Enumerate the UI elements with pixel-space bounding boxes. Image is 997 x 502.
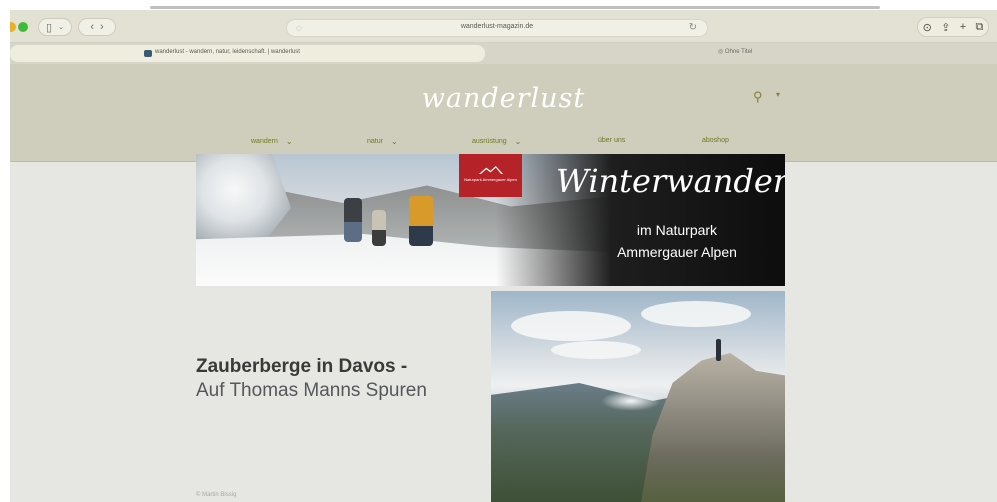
sidebar-icon: ▯: [46, 21, 53, 34]
forward-button[interactable]: ›: [100, 21, 104, 33]
photo-cloud: [551, 341, 641, 359]
nav-item-natur[interactable]: natur ⌄: [367, 137, 398, 146]
featured-article-text[interactable]: Zauberberge in Davos - Auf Thomas Manns …: [196, 355, 486, 403]
banner-title: Winterwandern: [556, 162, 785, 200]
chevron-down-icon: ⌄: [390, 137, 398, 146]
browser-window: ▯ ⌄ ‹ › ◌ wanderlust-magazin.de ↻ ⊙ ⇪ + …: [10, 10, 997, 502]
window-top-bar: [150, 6, 880, 9]
sidebar-toggle-button[interactable]: ▯ ⌄: [38, 18, 72, 36]
photo-mist: [601, 391, 661, 411]
plus-icon[interactable]: +: [960, 21, 966, 33]
site-logo[interactable]: wanderlust: [10, 83, 997, 114]
site-header: wanderlust ⚲ ▾ wandern ⌄ natur ⌄ ausrüst…: [10, 64, 997, 162]
article-headline[interactable]: Zauberberge in Davos -: [196, 355, 486, 379]
tab-title: Ohne Titel: [724, 49, 753, 55]
search-icon[interactable]: ⚲: [753, 89, 763, 105]
banner-subtitle: Ammergauer Alpen: [617, 244, 737, 260]
chevron-down-icon: ⌄: [514, 137, 522, 146]
winterwandern-banner[interactable]: Naturpark Ammergauer Alpen Winterwandern…: [196, 154, 785, 286]
tab-untitled[interactable]: ◎ Ohne Titel: [718, 48, 752, 55]
mountain-icon: [479, 166, 503, 174]
zoom-button[interactable]: [18, 22, 28, 32]
tab-title: wanderlust - wandern, natur, leidenschaf…: [155, 49, 300, 55]
tab-wanderlust[interactable]: wanderlust - wandern, natur, leidenschaf…: [10, 45, 485, 62]
photo-credit: © Martin Bissig: [196, 492, 237, 498]
main-navigation: wandern ⌄ natur ⌄ ausrüstung ⌄ über uns …: [10, 137, 997, 151]
nav-item-label: natur: [367, 138, 383, 145]
nav-item-aboshop[interactable]: aboshop: [702, 137, 729, 144]
nav-item-ueber-uns[interactable]: über uns: [598, 137, 625, 144]
photo-cloud: [641, 301, 751, 327]
url-text: wanderlust-magazin.de: [460, 23, 534, 30]
naturpark-logo-text: Naturpark Ammergauer Alpen: [464, 177, 517, 182]
banner-subtitle: im Naturpark: [636, 222, 718, 238]
wanderlust-favicon-icon: [144, 50, 152, 57]
article-subline[interactable]: Auf Thomas Manns Spuren: [196, 379, 486, 403]
back-button[interactable]: ‹: [90, 21, 94, 33]
address-bar[interactable]: ◌ wanderlust-magazin.de ↻: [286, 19, 708, 37]
caret-icon[interactable]: ▾: [776, 90, 780, 99]
nav-item-wandern[interactable]: wandern ⌄: [251, 137, 293, 146]
naturpark-logo: Naturpark Ammergauer Alpen: [459, 154, 522, 197]
hiker-figure: [344, 198, 362, 242]
globe-icon: ◎: [718, 49, 724, 55]
history-nav: ‹ ›: [78, 18, 116, 36]
reload-icon[interactable]: ↻: [689, 22, 697, 33]
hiker-figure: [372, 210, 386, 246]
minimize-button[interactable]: [10, 22, 16, 32]
toolbar-actions: ⊙ ⇪ + ⧉: [917, 17, 989, 37]
photo-cloud: [511, 311, 631, 341]
chevron-right-icon: ›: [100, 21, 104, 33]
nav-item-label: über uns: [598, 137, 626, 144]
chevron-down-icon: ⌄: [58, 24, 64, 31]
photo-hiker-figure: [716, 339, 721, 361]
nav-item-label: wandern: [251, 138, 278, 145]
download-icon[interactable]: ⊙: [923, 21, 932, 34]
hiker-figure: [409, 196, 433, 246]
tabs-icon[interactable]: ⧉: [975, 21, 983, 34]
nav-item-ausruestung[interactable]: ausrüstung ⌄: [472, 137, 521, 146]
article-photo[interactable]: [491, 291, 785, 502]
chevron-down-icon: ⌄: [285, 137, 293, 146]
chevron-left-icon: ‹: [90, 21, 94, 33]
window-top-strip: [0, 0, 997, 10]
share-icon[interactable]: ⇪: [941, 21, 950, 34]
nav-item-label: ausrüstung: [472, 138, 507, 145]
browser-toolbar: ▯ ⌄ ‹ › ◌ wanderlust-magazin.de ↻ ⊙ ⇪ + …: [10, 10, 997, 43]
nav-item-label: aboshop: [702, 137, 729, 144]
tab-bar: wanderlust - wandern, natur, leidenschaf…: [10, 43, 997, 64]
